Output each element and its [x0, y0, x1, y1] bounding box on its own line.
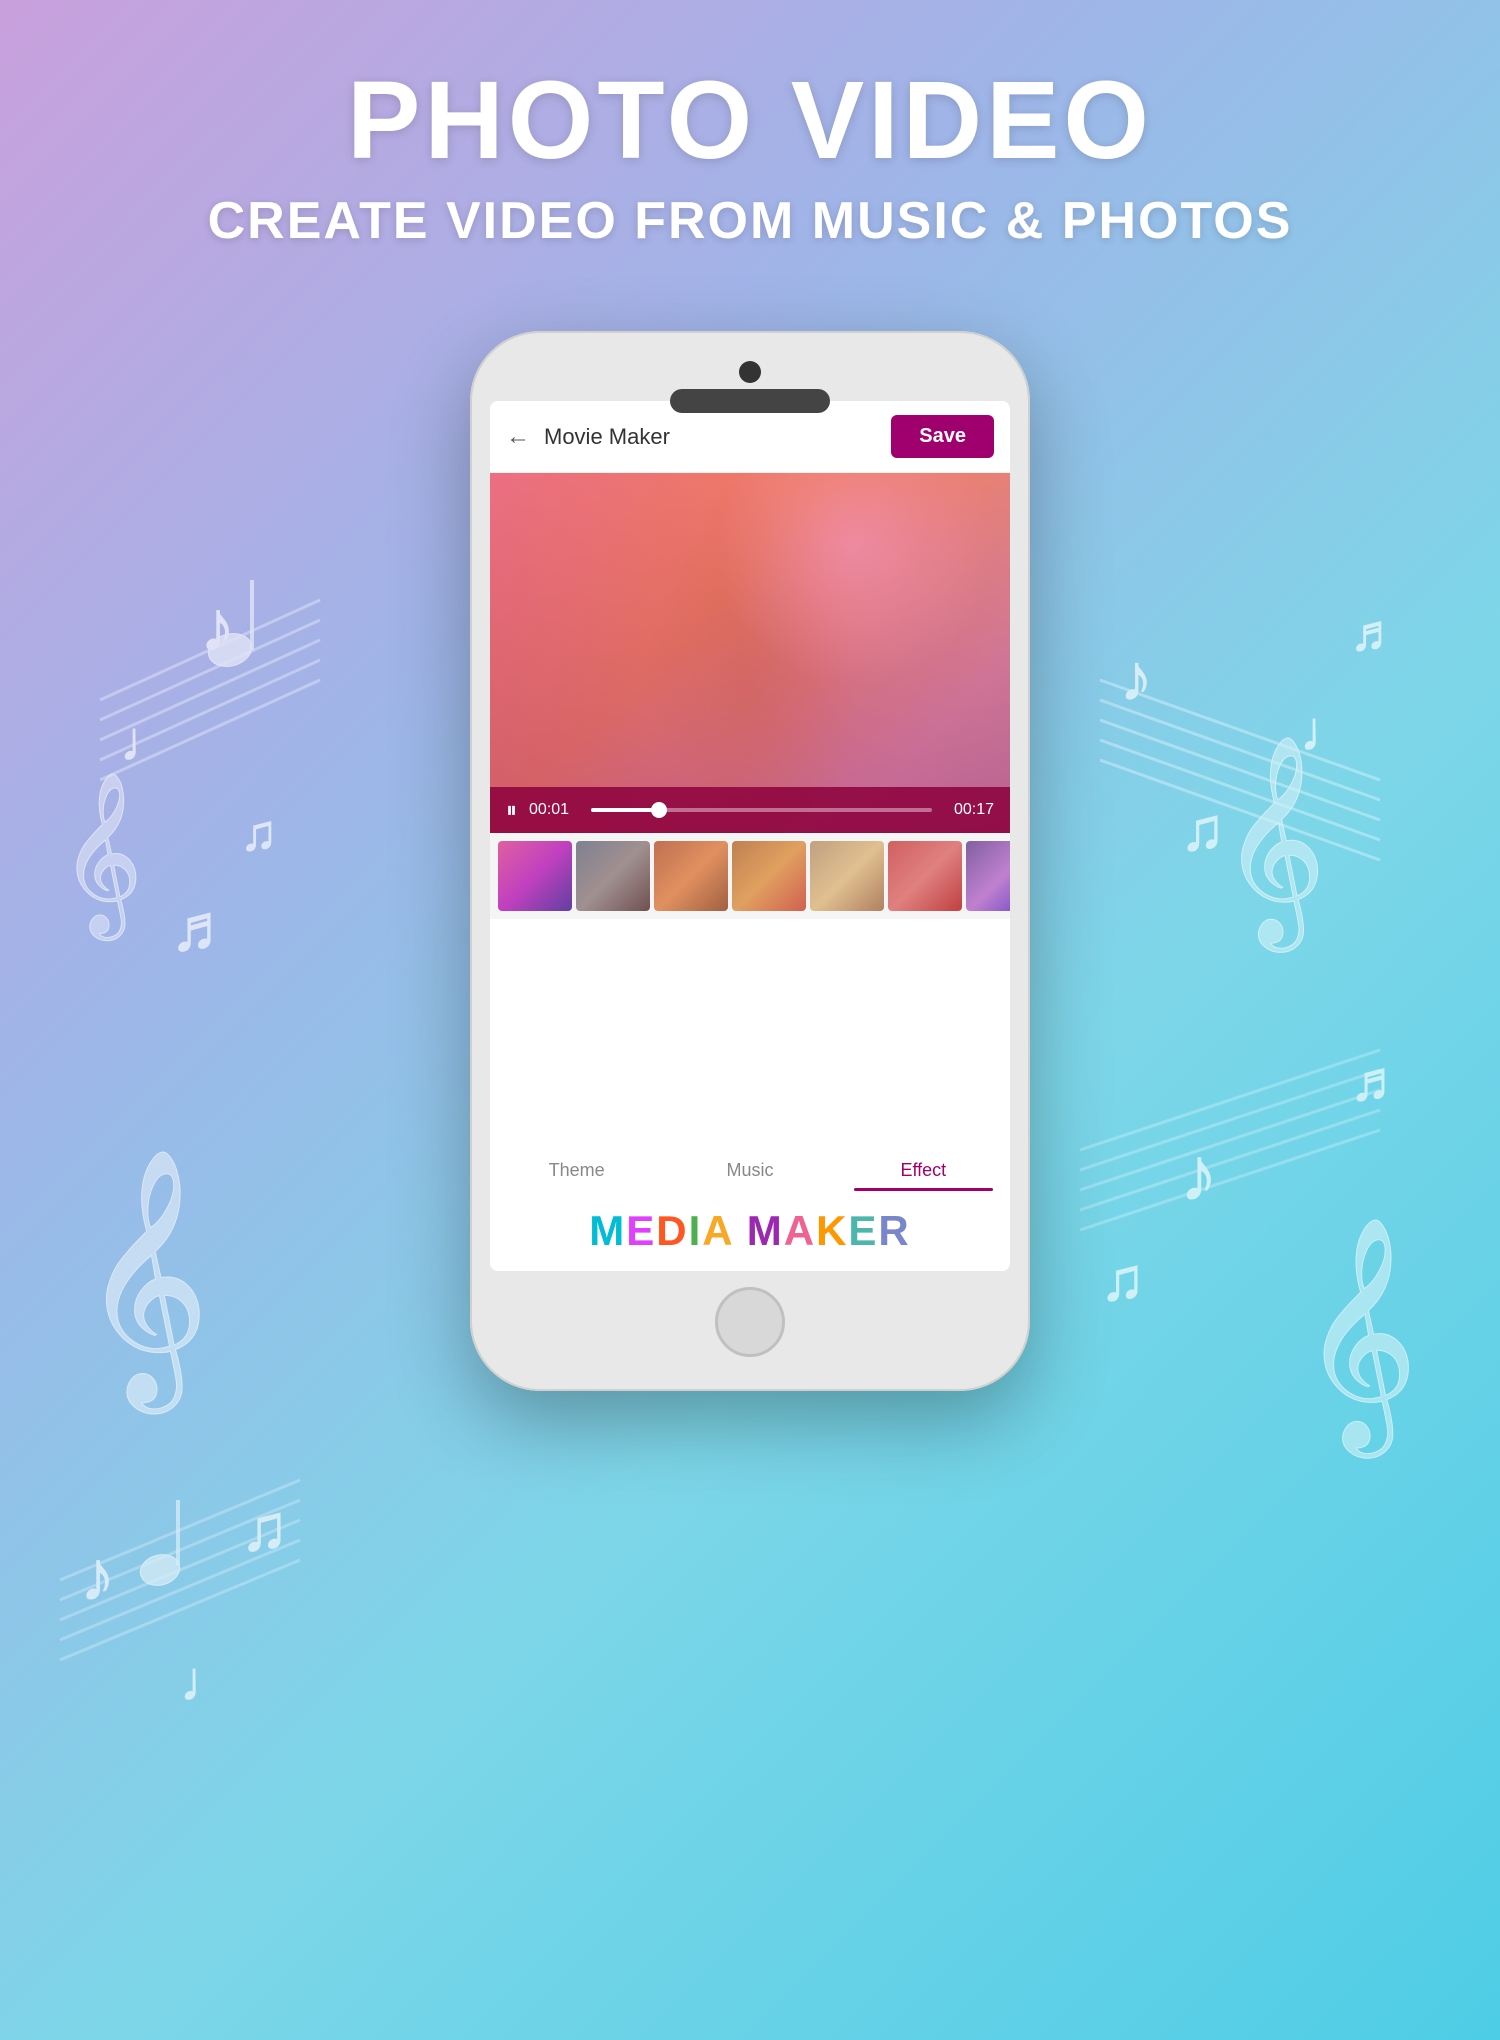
- tab-theme[interactable]: Theme: [490, 1146, 663, 1191]
- svg-text:♬: ♬: [1350, 605, 1400, 661]
- pause-button[interactable]: ⏸: [506, 797, 517, 823]
- progress-bar[interactable]: [591, 808, 932, 812]
- svg-text:♪: ♪: [200, 587, 235, 665]
- svg-text:𝄞: 𝄞: [80, 1151, 210, 1414]
- main-subtitle: CREATE VIDEO FROM MUSIC & PHOTOS: [208, 191, 1293, 251]
- thumbnail-7[interactable]: [966, 841, 1010, 911]
- video-player: ⏸ 00:01 00:17: [490, 473, 1010, 833]
- svg-text:𝄞: 𝄞: [1220, 738, 1326, 952]
- progress-dot: [651, 802, 667, 818]
- svg-text:♬: ♬: [1350, 1050, 1405, 1112]
- brand-letter-I: I: [689, 1207, 703, 1254]
- brand-letter-A2: A: [784, 1207, 816, 1254]
- thumbnail-5[interactable]: [810, 841, 884, 911]
- video-controls: ⏸ 00:01 00:17: [490, 787, 1010, 833]
- thumbnail-strip: [490, 833, 1010, 919]
- svg-text:♫: ♫: [240, 805, 278, 861]
- svg-text:𝄞: 𝄞: [1300, 1220, 1418, 1458]
- brand-letter-M2: M: [747, 1207, 784, 1254]
- brand-letter-M: M: [589, 1207, 626, 1254]
- svg-text:♫: ♫: [1180, 796, 1225, 863]
- tab-music[interactable]: Music: [663, 1146, 836, 1191]
- brand-area: MEDIA MAKER: [490, 1191, 1010, 1271]
- header-section: PHOTO VIDEO CREATE VIDEO FROM MUSIC & PH…: [208, 60, 1293, 251]
- brand-text: MEDIA MAKER: [510, 1207, 990, 1255]
- phone-body: ← Movie Maker Save ⏸ 00:01 00:17: [470, 331, 1030, 1391]
- svg-text:♩: ♩: [120, 710, 175, 772]
- svg-text:♫: ♫: [240, 1491, 289, 1564]
- video-overlay: [490, 473, 1010, 833]
- brand-letter-E2: E: [848, 1207, 878, 1254]
- current-time: 00:01: [529, 801, 579, 819]
- back-button[interactable]: ←: [506, 423, 530, 451]
- brand-letter-D: D: [656, 1207, 688, 1254]
- progress-fill: [591, 808, 659, 812]
- save-button[interactable]: Save: [891, 415, 994, 458]
- main-title: PHOTO VIDEO: [208, 60, 1293, 181]
- thumbnail-6[interactable]: [888, 841, 962, 911]
- svg-text:♬: ♬: [170, 891, 235, 964]
- brand-letter-A: A: [702, 1207, 733, 1254]
- thumbnail-2[interactable]: [576, 841, 650, 911]
- home-button[interactable]: [715, 1287, 785, 1357]
- tab-effect[interactable]: Effect: [837, 1146, 1010, 1191]
- thumbnail-4[interactable]: [732, 841, 806, 911]
- svg-text:♪: ♪: [80, 1537, 115, 1615]
- phone-camera: [739, 361, 761, 383]
- svg-text:♩: ♩: [180, 1650, 235, 1712]
- app-bar-title: Movie Maker: [544, 424, 891, 450]
- svg-text:𝄞: 𝄞: [60, 773, 143, 941]
- thumbnail-3[interactable]: [654, 841, 728, 911]
- svg-text:♫: ♫: [1100, 1246, 1145, 1313]
- phone-screen: ← Movie Maker Save ⏸ 00:01 00:17: [490, 401, 1010, 1271]
- phone-speaker: [670, 389, 830, 413]
- svg-text:♪: ♪: [1180, 1132, 1218, 1216]
- brand-letter-K: K: [816, 1207, 848, 1254]
- brand-letter-R: R: [878, 1207, 910, 1254]
- brand-letter-E: E: [626, 1207, 656, 1254]
- phone-mockup: ← Movie Maker Save ⏸ 00:01 00:17: [470, 331, 1030, 1391]
- total-time: 00:17: [944, 801, 994, 819]
- svg-text:♩: ♩: [1300, 700, 1355, 762]
- thumbnail-1[interactable]: [498, 841, 572, 911]
- svg-text:♪: ♪: [1120, 641, 1153, 714]
- tab-bar: Theme Music Effect: [490, 1146, 1010, 1191]
